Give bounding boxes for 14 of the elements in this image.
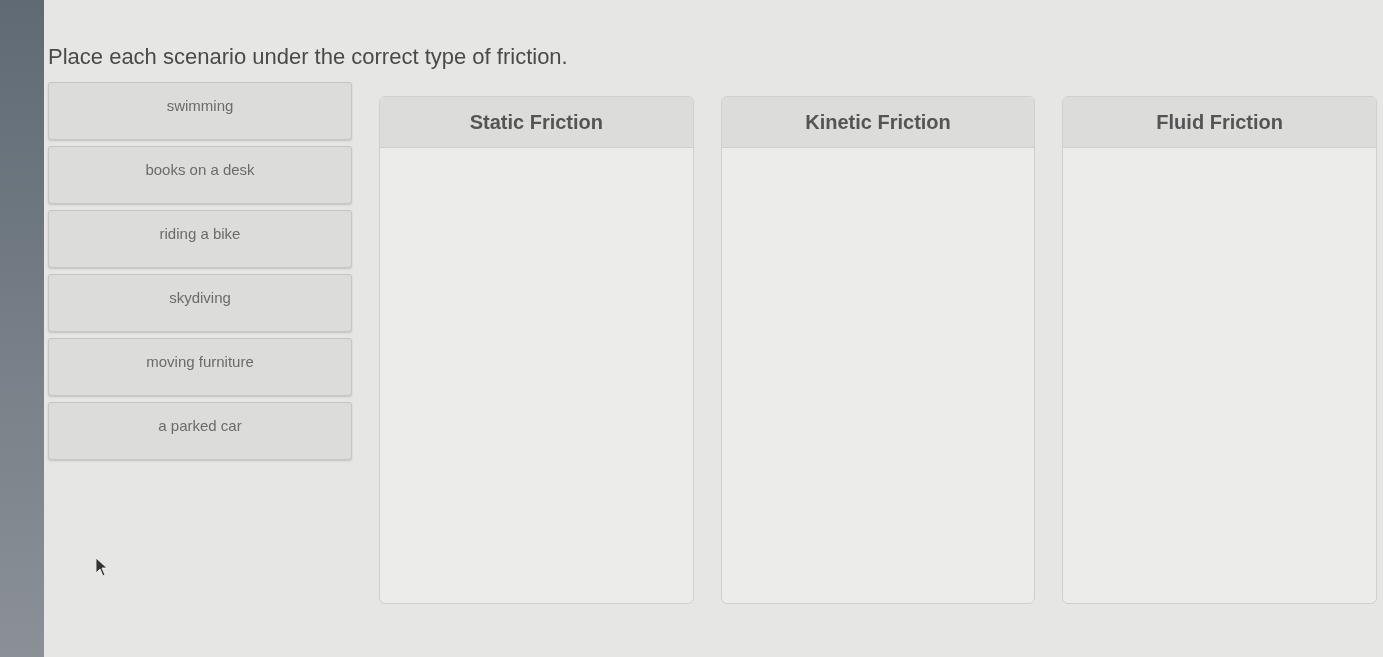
drop-zone[interactable]: Static Friction <box>379 96 694 604</box>
scenario-card[interactable]: swimming <box>48 82 352 140</box>
drop-zone[interactable]: Fluid Friction <box>1062 96 1377 604</box>
category-header: Static Friction <box>469 110 603 134</box>
drop-zone[interactable]: Kinetic Friction <box>720 96 1036 604</box>
category-header: Fluid Friction <box>1156 110 1283 134</box>
category-header: Kinetic Friction <box>805 110 951 134</box>
scenario-card[interactable]: books on a desk <box>48 146 352 204</box>
instruction-text: Place each scenario under the correct type of friction. <box>48 44 568 70</box>
scenario-card[interactable]: a parked car <box>48 402 352 460</box>
scenario-card[interactable]: moving furniture <box>48 338 352 396</box>
scenario-card[interactable]: riding a bike <box>48 210 352 268</box>
scenario-card[interactable]: skydiving <box>48 274 352 332</box>
mouse-pointer-icon <box>96 558 108 576</box>
